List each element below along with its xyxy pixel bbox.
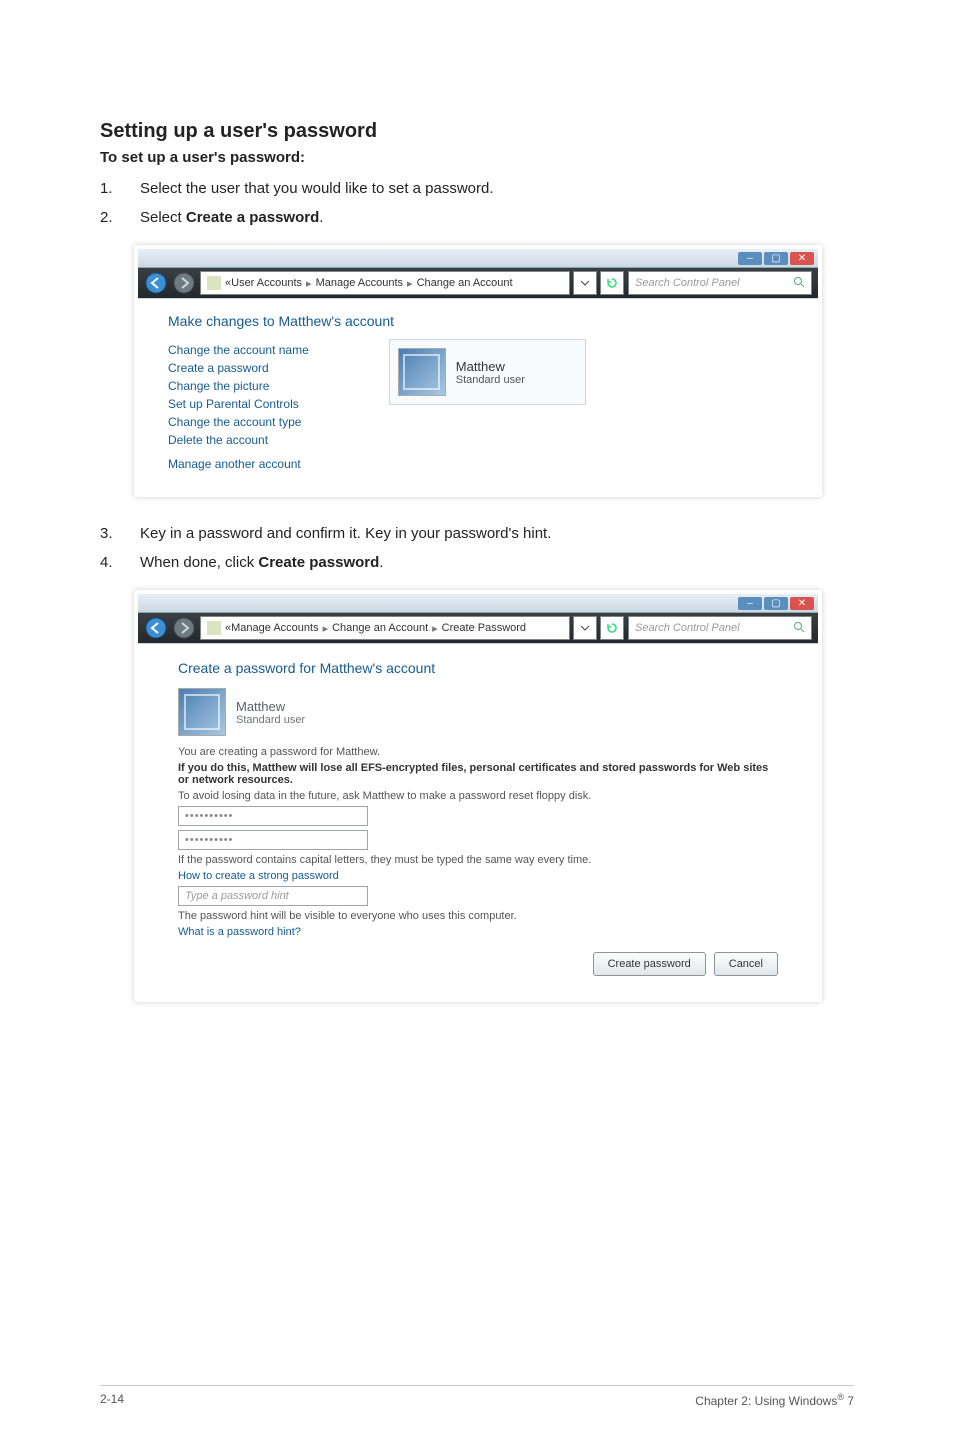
step-text-pre: Select [140,209,186,226]
link-strong-password[interactable]: How to create a strong password [178,870,778,882]
breadcrumb[interactable]: « User Accounts ▸ Manage Accounts ▸ Chan… [200,271,570,295]
address-bar: « Manage Accounts ▸ Change an Account ▸ … [138,613,818,643]
create-password-button[interactable]: Create password [593,952,706,976]
step-text: When done, click Create password. [140,552,383,575]
link-delete-account[interactable]: Delete the account [168,433,309,447]
user-summary: Matthew Standard user [178,688,778,736]
hint-note: The password hint will be visible to eve… [178,910,778,922]
forward-button[interactable] [172,271,196,295]
control-panel-icon [207,276,221,290]
address-bar: « User Accounts ▸ Manage Accounts ▸ Chan… [138,268,818,298]
step-text: Key in a password and confirm it. Key in… [140,523,551,546]
pane-heading: Make changes to Matthew's account [168,313,788,329]
minimize-button[interactable]: – [738,252,762,265]
account-type: Standard user [456,374,525,386]
page-number: 2-14 [100,1392,124,1408]
section-title: Setting up a user's password [100,120,854,143]
link-change-name[interactable]: Change the account name [168,343,309,357]
confirm-password-input[interactable]: •••••••••• [178,830,368,850]
link-parental-controls[interactable]: Set up Parental Controls [168,397,309,411]
crumb[interactable]: Create Password [442,622,526,634]
avatar [398,348,446,396]
account-name: Matthew [236,699,305,714]
search-placeholder: Search Control Panel [635,277,740,289]
step-text-pre: When done, click [140,554,258,571]
search-input[interactable]: Search Control Panel [628,616,812,640]
step-text-strong: Create a password [186,209,319,226]
page-footer: 2-14 Chapter 2: Using Windows® 7 [100,1385,854,1408]
step-text-post: . [379,554,383,571]
refresh-button[interactable] [600,616,624,640]
forward-button[interactable] [172,616,196,640]
window-titlebar: – ▢ ✕ [138,594,818,613]
search-icon [793,621,805,636]
content-pane: Create a password for Matthew's account … [138,643,818,998]
back-button[interactable] [144,271,168,295]
link-manage-another[interactable]: Manage another account [168,457,309,471]
crumb[interactable]: Manage Accounts [316,277,403,289]
close-button[interactable]: ✕ [790,252,814,265]
crumb[interactable]: Change an Account [332,622,428,634]
link-password-hint-help[interactable]: What is a password hint? [178,926,778,938]
control-panel-icon [207,621,221,635]
section-subheading: To set up a user's password: [100,149,854,166]
button-row: Create password Cancel [178,952,778,976]
search-placeholder: Search Control Panel [635,622,740,634]
search-icon [793,276,805,291]
caps-note: If the password contains capital letters… [178,854,778,866]
link-change-type[interactable]: Change the account type [168,415,309,429]
steps-list-b: 3. Key in a password and confirm it. Key… [100,523,854,574]
link-change-picture[interactable]: Change the picture [168,379,309,393]
account-card: Matthew Standard user [389,339,586,405]
link-create-password[interactable]: Create a password [168,361,309,375]
footer-text-post: 7 [844,1394,854,1408]
address-dropdown-button[interactable] [573,616,597,640]
step-number: 4. [100,552,140,575]
refresh-button[interactable] [600,271,624,295]
footer-reg-mark: ® [837,1392,844,1402]
avoid-note: To avoid losing data in the future, ask … [178,790,778,802]
minimize-button[interactable]: – [738,597,762,610]
password-hint-input[interactable]: Type a password hint [178,886,368,906]
content-pane: Make changes to Matthew's account Change… [138,298,818,493]
maximize-button[interactable]: ▢ [764,252,788,265]
crumb[interactable]: User Accounts [231,277,302,289]
steps-list-a: 1. Select the user that you would like t… [100,178,854,229]
step-number: 2. [100,207,140,230]
step-text-strong: Create password [258,554,379,571]
address-dropdown-button[interactable] [573,271,597,295]
step-number: 3. [100,523,140,546]
warning-note: If you do this, Matthew will lose all EF… [178,762,778,786]
step-text: Select Create a password. [140,207,323,230]
pane-heading: Create a password for Matthew's account [178,660,778,676]
cancel-button[interactable]: Cancel [714,952,778,976]
close-button[interactable]: ✕ [790,597,814,610]
avatar [178,688,226,736]
screenshot-change-account: – ▢ ✕ « User Accounts ▸ Manage Accounts … [134,245,822,497]
crumb[interactable]: Change an Account [417,277,513,289]
footer-text-pre: Chapter 2: Using Windows [695,1394,837,1408]
step-number: 1. [100,178,140,201]
maximize-button[interactable]: ▢ [764,597,788,610]
crumb[interactable]: Manage Accounts [231,622,318,634]
window-titlebar: – ▢ ✕ [138,249,818,268]
back-button[interactable] [144,616,168,640]
account-type: Standard user [236,714,305,726]
breadcrumb[interactable]: « Manage Accounts ▸ Change an Account ▸ … [200,616,570,640]
new-password-input[interactable]: •••••••••• [178,806,368,826]
task-links: Change the account name Create a passwor… [168,339,309,475]
step-text-post: . [319,209,323,226]
creating-note: You are creating a password for Matthew. [178,746,778,758]
step-text: Select the user that you would like to s… [140,178,494,201]
chapter-label: Chapter 2: Using Windows® 7 [695,1392,854,1408]
account-name: Matthew [456,359,525,374]
search-input[interactable]: Search Control Panel [628,271,812,295]
screenshot-create-password: – ▢ ✕ « Manage Accounts ▸ Change an Acco… [134,590,822,1002]
